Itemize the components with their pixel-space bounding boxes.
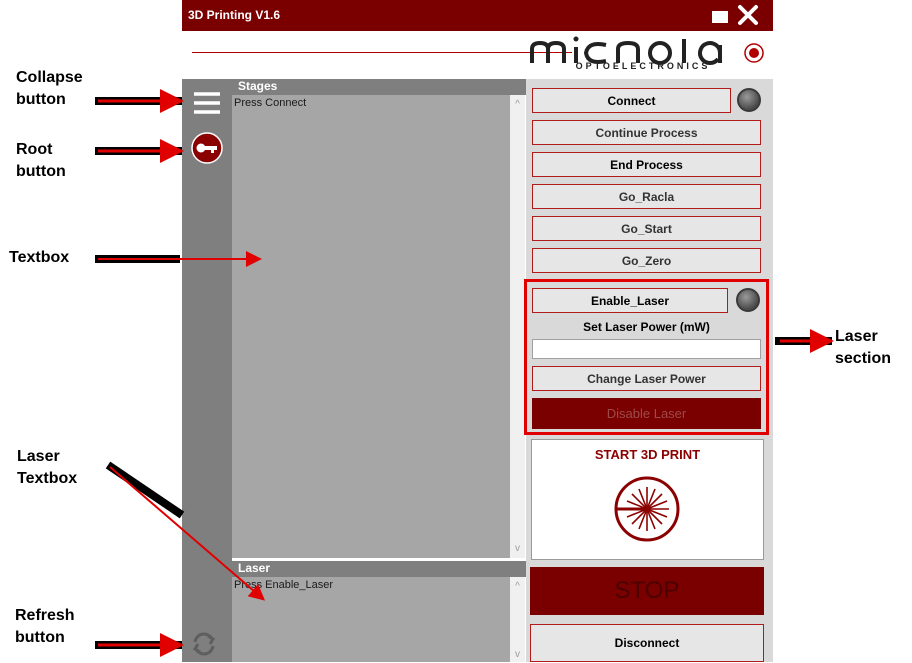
enable-laser-button[interactable]: Enable_Laser <box>532 288 728 313</box>
connection-led-indicator <box>737 88 761 112</box>
annotation-text: Laser <box>17 448 60 465</box>
laser-burst-icon <box>614 476 680 542</box>
menu-icon[interactable] <box>194 91 220 115</box>
refresh-icon[interactable] <box>190 630 218 658</box>
annotation-text: Laser <box>835 328 878 345</box>
annotation-refresh: Refresh button <box>15 605 75 649</box>
go-zero-button[interactable]: Go_Zero <box>532 248 761 273</box>
end-process-button[interactable]: End Process <box>532 152 761 177</box>
laser-textbox[interactable]: Press Enable_Laser <box>232 577 510 662</box>
set-laser-power-label: Set Laser Power (mW) <box>583 320 710 334</box>
stop-button[interactable]: STOP <box>530 567 764 615</box>
company-logo <box>530 36 764 65</box>
window-title: 3D Printing V1.6 <box>188 8 281 22</box>
annotation-text: section <box>835 350 892 367</box>
annotation-laser-textbox: Laser Textbox <box>17 446 77 490</box>
laser-header: Laser <box>232 561 526 577</box>
go-racla-button[interactable]: Go_Racla <box>532 184 761 209</box>
stages-header: Stages <box>232 79 526 95</box>
start-3d-print-label: START 3D PRINT <box>594 447 701 462</box>
annotation-text: Textbox <box>17 470 78 487</box>
disconnect-button[interactable]: Disconnect <box>530 624 764 662</box>
stages-textbox[interactable]: Press Connect <box>232 95 510 558</box>
start-3d-print-button[interactable]: START 3D PRINT <box>531 439 764 560</box>
minimize-icon[interactable] <box>712 7 728 23</box>
title-bar: 3D Printing V1.6 <box>182 0 773 31</box>
laser-led-indicator <box>736 288 760 312</box>
header-divider <box>192 52 572 53</box>
continue-process-button[interactable]: Continue Process <box>532 120 761 145</box>
annotation-laser-section: Laser section <box>835 326 891 370</box>
scroll-down-icon[interactable]: v <box>510 543 525 554</box>
app-header: OPTOELECTRONICS <box>182 31 773 79</box>
annotation-root: Root button <box>16 139 66 183</box>
sidebar <box>182 79 232 662</box>
disable-laser-button[interactable]: Disable Laser <box>532 398 761 429</box>
scroll-up-icon[interactable]: ^ <box>510 99 525 110</box>
scroll-down-icon[interactable]: v <box>510 649 525 660</box>
annotation-text: button <box>16 91 66 108</box>
stages-scrollbar[interactable]: ^ v <box>510 95 525 558</box>
key-icon[interactable] <box>191 132 223 164</box>
logo-subtitle: OPTOELECTRONICS <box>575 61 711 71</box>
scroll-up-icon[interactable]: ^ <box>510 581 525 592</box>
annotation-text: button <box>15 629 65 646</box>
annotation-text: Refresh <box>15 607 75 624</box>
connect-button[interactable]: Connect <box>532 88 731 113</box>
annotation-textbox: Textbox <box>9 249 70 266</box>
laser-scrollbar[interactable]: ^ v <box>510 577 525 662</box>
annotation-text: button <box>16 163 66 180</box>
annotation-text: Root <box>16 141 53 158</box>
change-laser-power-button[interactable]: Change Laser Power <box>532 366 761 391</box>
annotation-collapse: Collapse button <box>16 67 83 111</box>
go-start-button[interactable]: Go_Start <box>532 216 761 241</box>
laser-power-input[interactable] <box>532 339 761 359</box>
close-icon[interactable] <box>736 3 760 27</box>
annotation-text: Collapse <box>16 69 83 86</box>
